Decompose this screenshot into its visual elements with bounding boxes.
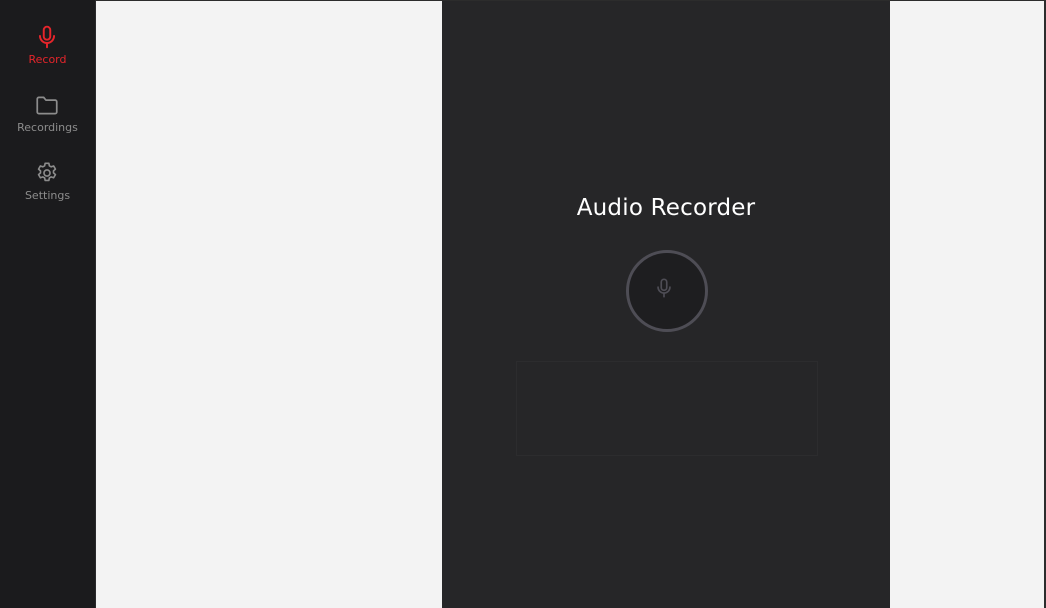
sidebar-item-label: Recordings [17,121,78,134]
sidebar-item-record[interactable]: Record [0,24,95,86]
page-title: Audio Recorder [576,195,756,221]
record-button[interactable] [626,250,708,332]
sidebar-item-recordings[interactable]: Recordings [0,92,95,154]
folder-icon [36,96,58,115]
sidebar-item-label: Settings [24,189,71,202]
sidebar: Record Recordings Settings [0,0,96,608]
microphone-icon [657,278,671,298]
gear-icon [37,162,57,182]
recorder-panel: Audio Recorder [442,1,890,608]
window-top-border [96,0,1044,1]
content-area: Audio Recorder [96,0,1045,608]
sidebar-item-label: Record [28,53,67,66]
sidebar-item-settings[interactable]: Settings [0,160,95,222]
recording-output-area [516,361,818,456]
microphone-icon [38,25,56,49]
